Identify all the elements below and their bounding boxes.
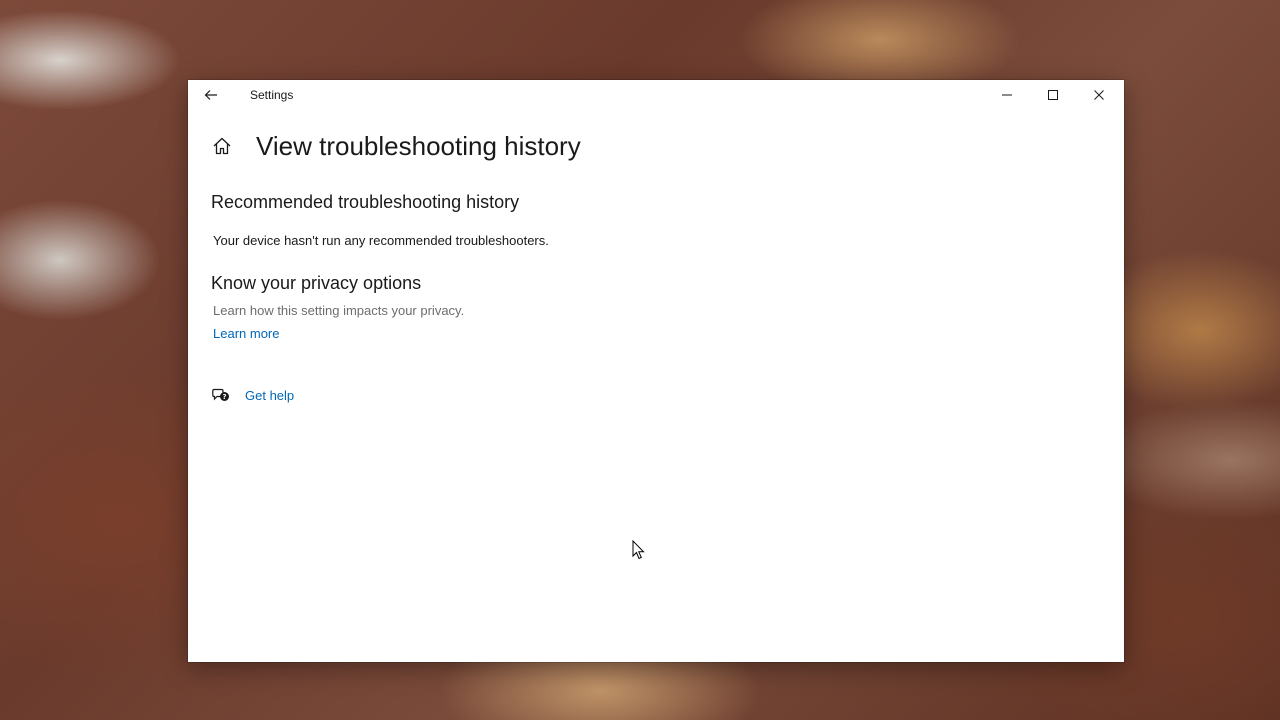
minimize-button[interactable] [984, 80, 1030, 110]
title-bar[interactable]: Settings [188, 80, 1124, 110]
close-button[interactable] [1076, 80, 1122, 110]
svg-text:?: ? [222, 393, 226, 401]
maximize-button[interactable] [1030, 80, 1076, 110]
mouse-cursor-icon [632, 540, 645, 560]
settings-window: Settings View troubleshooting history Re… [188, 80, 1124, 662]
learn-more-link[interactable]: Learn more [213, 326, 279, 341]
get-help-row[interactable]: ? Get help [211, 384, 294, 406]
page-header: View troubleshooting history [210, 130, 581, 162]
privacy-options-heading: Know your privacy options [211, 273, 422, 293]
page-title: View troubleshooting history [256, 130, 581, 161]
home-icon [213, 137, 231, 155]
chat-help-icon: ? [211, 385, 231, 405]
get-help-link[interactable]: Get help [245, 388, 294, 403]
recommended-history-text: Your device hasn't run any recommended t… [213, 233, 549, 248]
back-button[interactable] [200, 84, 222, 106]
privacy-options-text: Learn how this setting impacts your priv… [213, 303, 465, 318]
recommended-history-heading: Recommended troubleshooting history [211, 192, 520, 212]
close-icon [1094, 90, 1104, 100]
maximize-icon [1048, 90, 1058, 100]
window-title: Settings [250, 88, 294, 102]
back-arrow-icon [204, 90, 217, 100]
minimize-icon [1002, 94, 1012, 96]
home-button[interactable] [210, 134, 234, 158]
